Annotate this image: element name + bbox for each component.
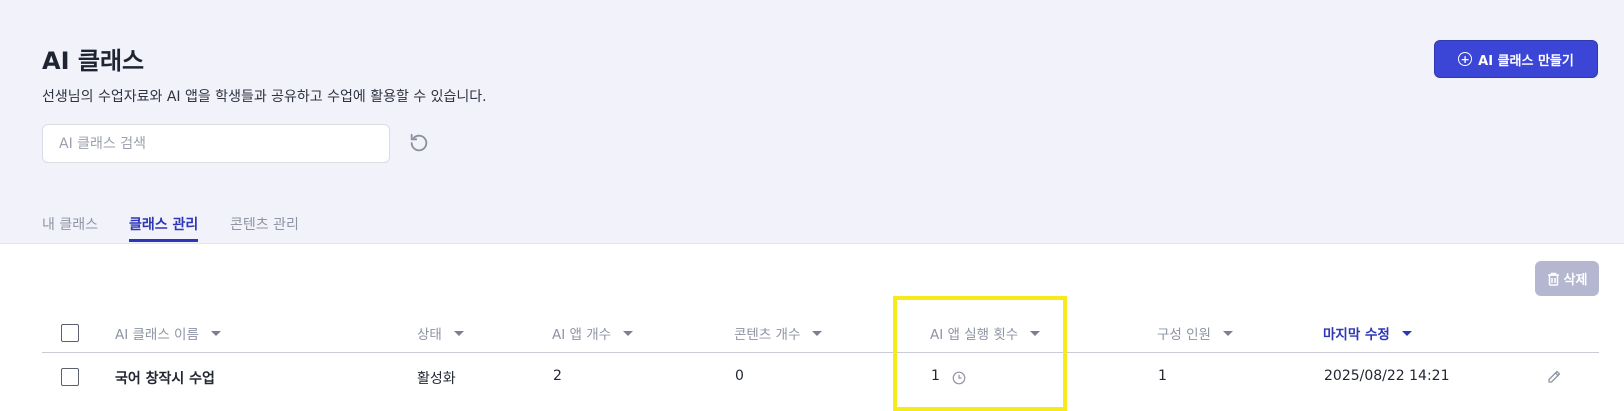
highlight-box bbox=[893, 296, 1067, 411]
column-label: 마지막 수정 bbox=[1323, 327, 1390, 343]
trash-icon bbox=[1547, 272, 1559, 286]
sort-caret-icon bbox=[812, 330, 823, 336]
page-subtitle: 선생님의 수업자료와 AI 앱을 학생들과 공유하고 수업에 활용할 수 있습니… bbox=[42, 89, 487, 105]
column-label: AI 클래스 이름 bbox=[115, 327, 199, 343]
column-label: AI 앱 개수 bbox=[552, 327, 612, 343]
column-header-content-count[interactable]: 콘텐츠 개수 bbox=[734, 323, 823, 343]
sort-caret-icon bbox=[453, 330, 464, 336]
column-header-member-count[interactable]: 구성 인원 bbox=[1157, 323, 1233, 343]
sort-caret-icon bbox=[623, 330, 634, 336]
tab-my-class[interactable]: 내 클래스 bbox=[42, 214, 98, 234]
search-input[interactable] bbox=[42, 124, 390, 163]
cell-class-name[interactable]: 국어 창작시 수업 bbox=[115, 368, 215, 388]
cell-member-count: 1 bbox=[1158, 368, 1167, 384]
table-header-divider bbox=[42, 352, 1599, 353]
column-header-class-name[interactable]: AI 클래스 이름 bbox=[115, 323, 221, 343]
tab-class-management[interactable]: 클래스 관리 bbox=[129, 214, 198, 234]
cell-content-count: 0 bbox=[735, 368, 744, 384]
select-all-checkbox[interactable] bbox=[61, 324, 79, 342]
active-tab-indicator bbox=[129, 239, 198, 242]
create-class-label: AI 클래스 만들기 bbox=[1478, 53, 1574, 69]
sort-caret-icon bbox=[1401, 330, 1412, 336]
row-checkbox[interactable] bbox=[61, 368, 79, 386]
column-header-app-count[interactable]: AI 앱 개수 bbox=[552, 323, 634, 343]
column-label: 구성 인원 bbox=[1157, 327, 1211, 343]
sort-caret-icon bbox=[210, 330, 221, 336]
plus-circle-icon: + bbox=[1458, 52, 1473, 66]
create-class-button[interactable]: + AI 클래스 만들기 bbox=[1434, 40, 1598, 78]
edit-pencil-icon[interactable] bbox=[1546, 369, 1562, 385]
column-header-last-modified[interactable]: 마지막 수정 bbox=[1323, 323, 1412, 343]
tab-content-management[interactable]: 콘텐츠 관리 bbox=[230, 214, 299, 234]
cell-status: 활성화 bbox=[417, 371, 456, 387]
delete-label: 삭제 bbox=[1563, 273, 1588, 288]
cell-last-modified: 2025/08/22 14:21 bbox=[1324, 368, 1450, 384]
cell-app-count: 2 bbox=[553, 368, 562, 384]
refresh-icon[interactable] bbox=[408, 132, 430, 154]
sort-caret-icon bbox=[1222, 330, 1233, 336]
column-header-status[interactable]: 상태 bbox=[417, 323, 464, 343]
page-title: AI 클래스 bbox=[42, 47, 145, 75]
delete-button[interactable]: 삭제 bbox=[1535, 261, 1599, 296]
page-header-area bbox=[0, 0, 1624, 244]
column-label: 콘텐츠 개수 bbox=[734, 327, 801, 343]
column-label: 상태 bbox=[417, 327, 442, 343]
